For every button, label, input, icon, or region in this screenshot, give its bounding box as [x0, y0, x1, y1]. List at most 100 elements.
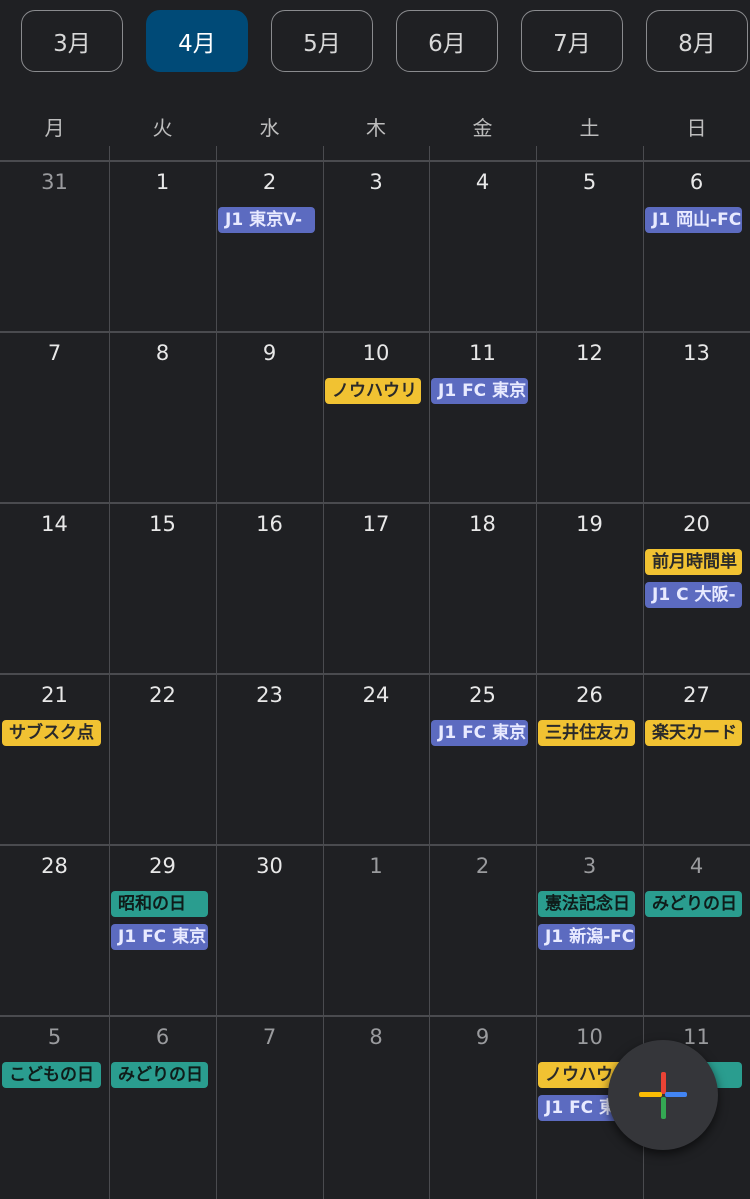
day-cell[interactable]: 14	[0, 502, 109, 673]
day-cell[interactable]: 25 J1 FC 東京	[429, 673, 536, 844]
day-cell[interactable]: 9	[429, 1015, 536, 1186]
weekday-label: 水	[259, 116, 280, 140]
day-cell[interactable]: 17	[323, 502, 429, 673]
event-chip[interactable]: 前月時間単	[645, 549, 742, 575]
day-cell[interactable]: 15	[109, 502, 216, 673]
weekday-label: 土	[579, 116, 600, 140]
event-chip[interactable]: 憲法記念日	[538, 891, 635, 917]
day-cell[interactable]: 3	[323, 160, 429, 331]
month-tab-4[interactable]: 4月	[146, 10, 248, 72]
day-cell[interactable]: 22	[109, 673, 216, 844]
day-cell[interactable]: 5	[536, 160, 643, 331]
event-chip[interactable]: J1 FC 東京	[431, 378, 528, 404]
day-cell[interactable]: 12	[536, 331, 643, 502]
day-number: 11	[469, 341, 496, 365]
day-number: 24	[362, 683, 390, 707]
event-chip[interactable]: ノウハウリ	[325, 378, 421, 404]
day-cell[interactable]: 23	[216, 673, 323, 844]
day-cell[interactable]: 2 J1 東京V-	[216, 160, 323, 331]
create-event-button[interactable]	[608, 1040, 718, 1150]
day-cell[interactable]: 20 前月時間単 J1 C 大阪-	[643, 502, 750, 673]
day-cell[interactable]: 29 昭和の日 J1 FC 東京	[109, 844, 216, 1015]
day-cell[interactable]: 18	[429, 502, 536, 673]
month-tab-7[interactable]: 7月	[521, 10, 623, 72]
day-cell[interactable]: 30	[216, 844, 323, 1015]
day-cell[interactable]: 4 みどりの日	[643, 844, 750, 1015]
day-number: 10	[362, 341, 390, 365]
event-chip[interactable]: J1 新潟-FC	[538, 924, 635, 950]
day-number: 25	[469, 683, 496, 707]
day-cell[interactable]: 26 三井住友カ	[536, 673, 643, 844]
day-cell[interactable]: 3 憲法記念日 J1 新潟-FC	[536, 844, 643, 1015]
day-number: 12	[576, 341, 603, 365]
day-cell[interactable]: 11 J1 FC 東京	[429, 331, 536, 502]
day-number: 18	[469, 512, 496, 536]
day-cell[interactable]: 10 ノウハウリ	[323, 331, 429, 502]
month-tab-6[interactable]: 6月	[396, 10, 498, 72]
month-tab-3[interactable]: 3月	[21, 10, 123, 72]
day-number: 21	[41, 683, 68, 707]
day-cell[interactable]: 28	[0, 844, 109, 1015]
calendar-grid: 31 1 2 J1 東京V- 3 4 5 6 J1 岡山-FC 7 8 9 10 ノウハウリ 11 J1 FC…	[0, 146, 750, 1199]
day-number: 22	[149, 683, 176, 707]
day-number: 5	[47, 1025, 62, 1049]
day-cell[interactable]: 24	[323, 673, 429, 844]
day-number: 6	[155, 1025, 170, 1049]
day-number: 16	[256, 512, 283, 536]
event-chip[interactable]: J1 東京V-	[218, 207, 315, 233]
day-cell[interactable]: 1	[323, 844, 429, 1015]
day-cell[interactable]: 21 サブスク点	[0, 673, 109, 844]
day-cell[interactable]: 8	[323, 1015, 429, 1186]
day-cell[interactable]: 2	[429, 844, 536, 1015]
day-cell[interactable]: 6 みどりの日	[109, 1015, 216, 1186]
event-chip[interactable]: サブスク点	[2, 720, 101, 746]
event-chip[interactable]: みどりの日	[645, 891, 742, 917]
weekday-label: 日	[686, 116, 707, 140]
day-cell[interactable]: 7	[216, 1015, 323, 1186]
event-chip[interactable]: 昭和の日	[111, 891, 208, 917]
day-number: 2	[475, 854, 490, 878]
day-number: 30	[256, 854, 283, 878]
event-chip[interactable]: 三井住友カ	[538, 720, 635, 746]
day-cell[interactable]: 1	[109, 160, 216, 331]
day-number: 17	[362, 512, 390, 536]
day-cell[interactable]: 5 こどもの日	[0, 1015, 109, 1186]
day-number: 15	[149, 512, 176, 536]
day-cell[interactable]: 4	[429, 160, 536, 331]
event-chip[interactable]: J1 FC 東京	[431, 720, 528, 746]
day-number: 5	[582, 170, 597, 194]
day-number: 1	[155, 170, 170, 194]
day-number: 7	[47, 341, 62, 365]
day-cell[interactable]: 13	[643, 331, 750, 502]
day-number: 9	[262, 341, 277, 365]
day-cell[interactable]: 31	[0, 160, 109, 331]
weekday-label: 火	[152, 116, 173, 140]
day-number: 8	[155, 341, 170, 365]
day-number: 1	[369, 854, 383, 878]
day-number: 31	[41, 170, 68, 194]
event-chip[interactable]: J1 C 大阪-	[645, 582, 742, 608]
weekday-label: 金	[472, 116, 493, 140]
day-number: 23	[256, 683, 283, 707]
day-cell[interactable]: 19	[536, 502, 643, 673]
month-tab-5[interactable]: 5月	[271, 10, 373, 72]
day-cell[interactable]: 8	[109, 331, 216, 502]
day-cell[interactable]: 9	[216, 331, 323, 502]
day-cell[interactable]: 27 楽天カード	[643, 673, 750, 844]
weekday-label: 木	[366, 116, 386, 140]
event-chip[interactable]: 楽天カード	[645, 720, 742, 746]
event-chip[interactable]: J1 岡山-FC	[645, 207, 742, 233]
day-number: 26	[576, 683, 603, 707]
day-cell[interactable]: 16	[216, 502, 323, 673]
day-number: 10	[576, 1025, 603, 1049]
day-cell[interactable]: 6 J1 岡山-FC	[643, 160, 750, 331]
event-chip[interactable]: こどもの日	[2, 1062, 101, 1088]
event-chip[interactable]: みどりの日	[111, 1062, 208, 1088]
day-number: 19	[576, 512, 603, 536]
day-number: 20	[683, 512, 710, 536]
event-chip[interactable]: J1 FC 東京	[111, 924, 208, 950]
month-tab-8[interactable]: 8月	[646, 10, 748, 72]
day-cell[interactable]: 7	[0, 331, 109, 502]
day-number: 13	[683, 341, 710, 365]
day-number: 28	[41, 854, 68, 878]
